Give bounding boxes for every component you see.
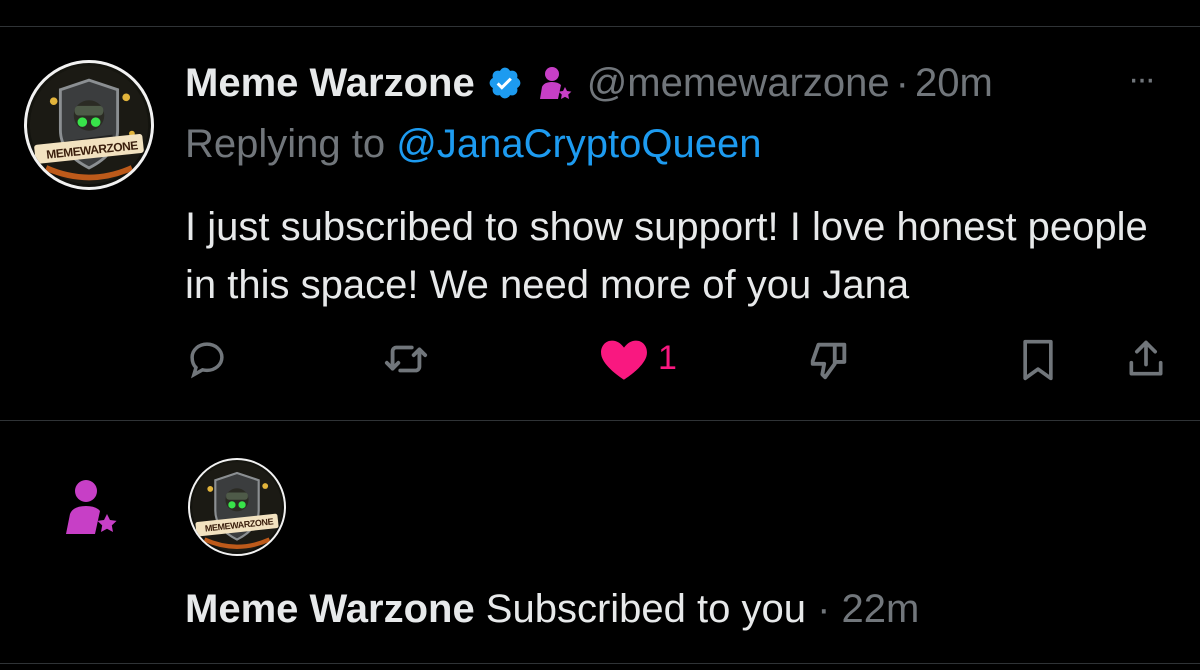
avatar[interactable]: MEMEWARZONE [24, 60, 154, 190]
timestamp[interactable]: 20m [915, 61, 993, 106]
tweet-text: I just subscribed to show support! I lov… [185, 205, 1148, 307]
bottom-divider [0, 663, 1200, 664]
reply-button[interactable] [186, 338, 228, 380]
avatar[interactable]: MEMEWARZONE [188, 458, 286, 556]
like-count: 1 [658, 338, 677, 377]
replying-to: Replying to @JanaCryptoQueen [185, 122, 762, 167]
dislike-button[interactable] [806, 337, 852, 383]
notification-message: Subscribed to you [474, 586, 806, 631]
tweet-header: Meme Warzone @memewarzone · 20m [185, 58, 993, 108]
subscriber-badge-icon [537, 65, 573, 101]
section-divider [0, 420, 1200, 421]
replying-to-link[interactable]: @JanaCryptoQueen [396, 122, 761, 166]
heart-filled-icon [601, 340, 647, 380]
subscriber-star-icon [62, 478, 118, 536]
notification-text: Meme Warzone Subscribed to you · 22m [185, 582, 919, 636]
verified-badge-icon [487, 65, 523, 101]
display-name[interactable]: Meme Warzone [185, 587, 475, 632]
bookmark-icon [1023, 339, 1053, 381]
replying-prefix: Replying to [185, 122, 397, 166]
share-button[interactable] [1124, 336, 1168, 382]
retweet-button[interactable] [383, 336, 429, 382]
bookmark-button[interactable] [1018, 338, 1058, 382]
separator-dot: · [806, 586, 842, 631]
handle[interactable]: @memewarzone [587, 61, 890, 106]
like-button[interactable]: 1 [598, 334, 677, 382]
separator-dot: · [895, 60, 909, 105]
more-options-icon[interactable]: ··· [1128, 60, 1156, 99]
reply-icon [190, 342, 224, 379]
retweet-icon [384, 345, 428, 373]
timestamp: 22m [841, 586, 920, 631]
memewarzone-logo [192, 462, 282, 552]
share-icon [1129, 340, 1163, 376]
thumbs-down-icon [810, 342, 847, 380]
top-divider [0, 26, 1200, 27]
memewarzone-logo [29, 65, 149, 185]
display-name[interactable]: Meme Warzone [185, 61, 475, 106]
